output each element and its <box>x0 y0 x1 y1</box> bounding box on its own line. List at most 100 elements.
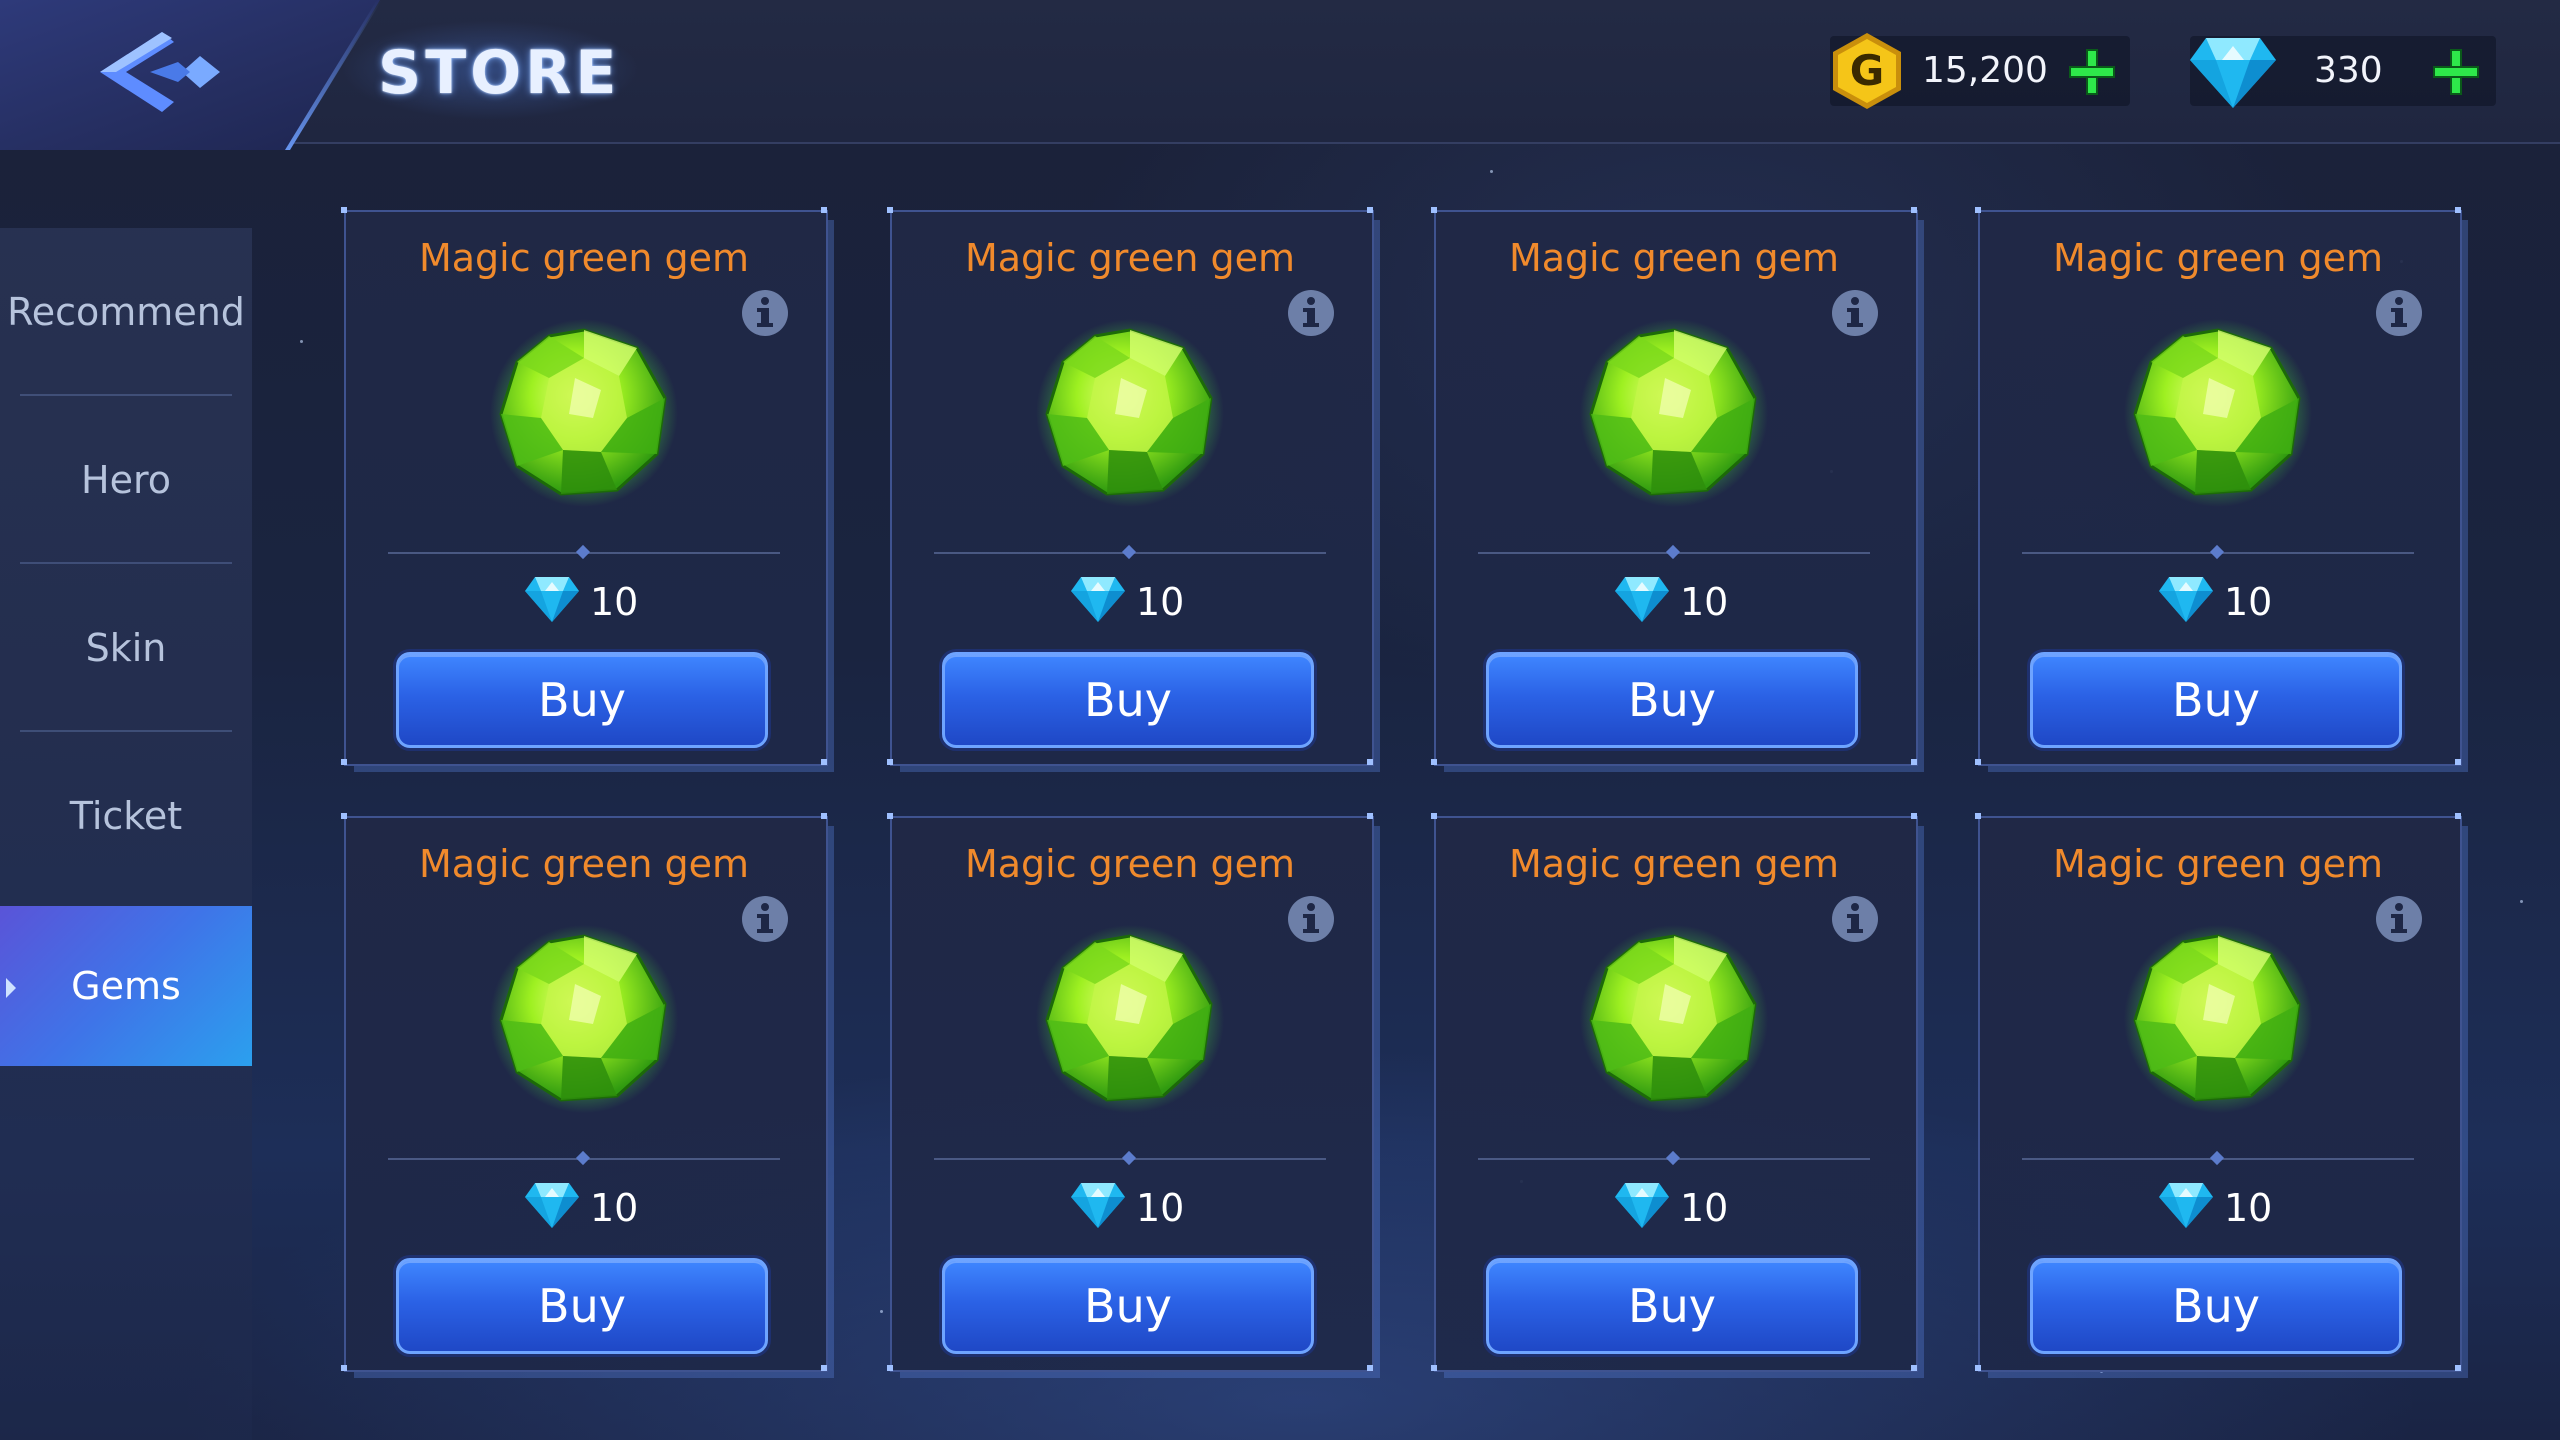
buy-button[interactable]: Buy <box>1486 652 1858 748</box>
product-price: 10 <box>1680 1186 1729 1230</box>
card-corner <box>341 759 347 765</box>
green-gem-icon <box>1036 319 1224 507</box>
back-chevron-icon <box>100 32 220 112</box>
product-name: Magic green gem <box>964 842 1296 886</box>
buy-button[interactable]: Buy <box>396 652 768 748</box>
page-title: STORE <box>378 38 621 108</box>
info-button[interactable] <box>2374 288 2424 338</box>
sidebar-item-hero[interactable]: Hero <box>0 396 252 564</box>
info-button[interactable] <box>1286 894 1336 944</box>
product-card: Magic green gem 10 Buy <box>887 207 1374 766</box>
sidebar-item-label: Hero <box>81 458 171 502</box>
info-button[interactable] <box>2374 894 2424 944</box>
diamond-icon <box>1071 1183 1125 1228</box>
sidebar-item-label: Gems <box>71 964 181 1008</box>
diamond-icon <box>525 577 579 622</box>
product-name: Magic green gem <box>1508 842 1840 886</box>
card-corner <box>2455 759 2461 765</box>
info-button[interactable] <box>740 288 790 338</box>
info-button[interactable] <box>1286 288 1336 338</box>
card-corner <box>1975 759 1981 765</box>
product-price: 10 <box>2224 1186 2273 1230</box>
info-button[interactable] <box>740 894 790 944</box>
sidebar-item-skin[interactable]: Skin <box>0 564 252 732</box>
card-corner <box>887 813 893 819</box>
card-corner <box>1367 759 1373 765</box>
green-gem-icon <box>2124 319 2312 507</box>
info-icon <box>1288 896 1334 942</box>
card-corner <box>887 1365 893 1371</box>
card-corner <box>341 1365 347 1371</box>
sidebar-item-label: Skin <box>85 626 167 670</box>
buy-button[interactable]: Buy <box>942 1258 1314 1354</box>
green-gem-icon <box>1036 925 1224 1113</box>
green-gem-icon <box>490 925 678 1113</box>
product-name: Magic green gem <box>1508 236 1840 280</box>
gold-amount: 15,200 <box>1922 50 2048 91</box>
card-corner <box>1911 207 1917 213</box>
gold-currency-display: G 15,200 <box>1830 33 2130 109</box>
product-card: Magic green gem 10 Buy <box>1431 813 1918 1372</box>
info-icon <box>1832 290 1878 336</box>
back-button[interactable] <box>90 22 230 122</box>
diamond-icon <box>2159 1183 2213 1228</box>
active-indicator-arrow <box>6 978 16 998</box>
product-name: Magic green gem <box>2052 236 2384 280</box>
card-corner <box>821 1365 827 1371</box>
info-button[interactable] <box>1830 894 1880 944</box>
product-name: Magic green gem <box>418 236 750 280</box>
green-gem-icon <box>490 319 678 507</box>
product-price: 10 <box>1680 580 1729 624</box>
card-corner <box>821 207 827 213</box>
buy-button[interactable]: Buy <box>396 1258 768 1354</box>
sidebar-item-label: Recommend <box>7 290 245 334</box>
svg-text:G: G <box>1850 46 1884 95</box>
green-gem-icon <box>1580 319 1768 507</box>
buy-button[interactable]: Buy <box>2030 652 2402 748</box>
product-card: Magic green gem 10 Buy <box>887 813 1374 1372</box>
info-button[interactable] <box>1830 288 1880 338</box>
card-corner <box>1975 207 1981 213</box>
sidebar-item-recommend[interactable]: Recommend <box>0 228 252 396</box>
category-sidebar: Recommend Hero Skin Ticket Gems <box>0 228 252 1440</box>
diamond-icon <box>2190 38 2276 108</box>
gold-coin-icon: G <box>1833 33 1901 109</box>
product-card: Magic green gem 10 Buy <box>1975 813 2462 1372</box>
info-icon <box>742 290 788 336</box>
sidebar-item-gems[interactable]: Gems <box>0 906 252 1066</box>
buy-button[interactable]: Buy <box>1486 1258 1858 1354</box>
card-corner <box>1431 207 1437 213</box>
card-corner <box>821 759 827 765</box>
card-corner <box>1911 1365 1917 1371</box>
card-corner <box>1367 207 1373 213</box>
card-corner <box>1367 813 1373 819</box>
card-corner <box>1367 1365 1373 1371</box>
diamond-amount: 330 <box>2314 50 2383 91</box>
card-corner <box>2455 1365 2461 1371</box>
card-corner <box>1975 1365 1981 1371</box>
green-gem-icon <box>2124 925 2312 1113</box>
card-corner <box>2455 207 2461 213</box>
add-diamond-button[interactable] <box>2430 46 2482 98</box>
diamond-currency-display: 330 <box>2190 36 2496 108</box>
product-card: Magic green gem 10 Buy <box>1975 207 2462 766</box>
add-gold-button[interactable] <box>2066 46 2118 98</box>
product-price: 10 <box>590 1186 639 1230</box>
card-corner <box>887 207 893 213</box>
green-gem-icon <box>1580 925 1768 1113</box>
plus-icon <box>2069 49 2115 95</box>
buy-button[interactable]: Buy <box>942 652 1314 748</box>
diamond-icon <box>2159 577 2213 622</box>
diamond-icon <box>1615 577 1669 622</box>
sidebar-item-ticket[interactable]: Ticket <box>0 732 252 900</box>
info-icon <box>742 896 788 942</box>
plus-icon <box>2433 49 2479 95</box>
info-icon <box>1832 896 1878 942</box>
card-corner <box>2455 813 2461 819</box>
product-card: Magic green gem 10 Buy <box>1431 207 1918 766</box>
product-price: 10 <box>2224 580 2273 624</box>
diamond-icon <box>1615 1183 1669 1228</box>
buy-button[interactable]: Buy <box>2030 1258 2402 1354</box>
card-corner <box>821 813 827 819</box>
info-icon <box>1288 290 1334 336</box>
